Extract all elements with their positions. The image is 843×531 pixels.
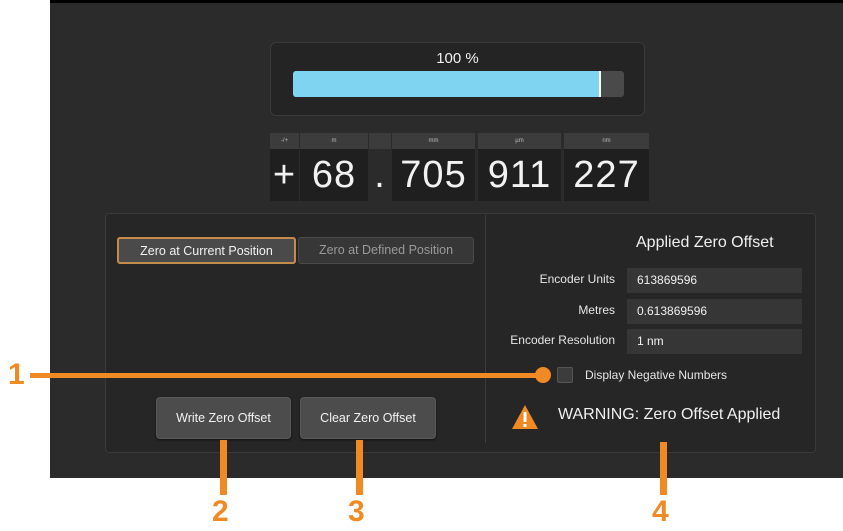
readout-sign: -/+ +: [270, 133, 299, 201]
separator-header: [369, 133, 391, 149]
position-readout: -/+ + m 68 . mm 705 µm 911 nm 227: [270, 133, 649, 201]
encoder-units-value: 613869596: [627, 268, 802, 293]
callout-4-line: [660, 442, 667, 495]
callout-1-line: [30, 373, 545, 378]
um-header: µm: [478, 133, 561, 149]
applied-offset-title: Applied Zero Offset: [636, 234, 774, 251]
mm-digits: 705: [392, 149, 475, 201]
metres-label: Metres: [578, 303, 615, 317]
write-zero-offset-button[interactable]: Write Zero Offset: [156, 397, 291, 439]
encoder-units-label: Encoder Units: [539, 272, 615, 286]
readout-micrometres: µm 911: [478, 133, 561, 201]
progress-marker: [598, 71, 601, 97]
progress-panel: 100 %: [270, 42, 645, 116]
warning-triangle-icon: [512, 405, 538, 429]
metres-value: 0.613869596: [627, 299, 802, 324]
nm-header: nm: [564, 133, 649, 149]
callout-2-number: 2: [212, 495, 229, 528]
panel-divider: [485, 215, 486, 443]
callout-3-line: [356, 440, 363, 495]
encoder-resolution-value: 1 nm: [627, 329, 802, 354]
decimal-point: .: [369, 149, 391, 201]
display-negative-checkbox[interactable]: [557, 367, 573, 383]
sign-header: -/+: [270, 133, 299, 149]
progress-fill: [293, 71, 601, 97]
sign-value: +: [270, 149, 299, 201]
clear-zero-offset-button[interactable]: Clear Zero Offset: [300, 397, 436, 439]
callout-2-line: [220, 440, 227, 495]
metres-header: m: [300, 133, 368, 149]
callout-1-number: 1: [8, 358, 25, 391]
metres-digits: 68: [300, 149, 368, 201]
mm-header: mm: [392, 133, 475, 149]
progress-label: 100 %: [436, 50, 479, 67]
callout-1-dot: [535, 367, 551, 383]
callout-4-number: 4: [652, 495, 669, 528]
progress-bar: [293, 71, 624, 97]
warning-message: WARNING: Zero Offset Applied: [558, 406, 781, 423]
readout-nanometres: nm 227: [564, 133, 649, 201]
um-digits: 911: [478, 149, 561, 201]
tab-zero-defined-position[interactable]: Zero at Defined Position: [298, 237, 474, 264]
readout-metres: m 68: [300, 133, 368, 201]
tab-zero-current-position[interactable]: Zero at Current Position: [117, 237, 296, 264]
readout-millimetres: mm 705: [392, 133, 475, 201]
display-negative-label[interactable]: Display Negative Numbers: [585, 368, 727, 382]
readout-separator: .: [369, 133, 391, 201]
callout-3-number: 3: [348, 495, 365, 528]
encoder-resolution-label: Encoder Resolution: [510, 333, 615, 347]
nm-digits: 227: [564, 149, 649, 201]
